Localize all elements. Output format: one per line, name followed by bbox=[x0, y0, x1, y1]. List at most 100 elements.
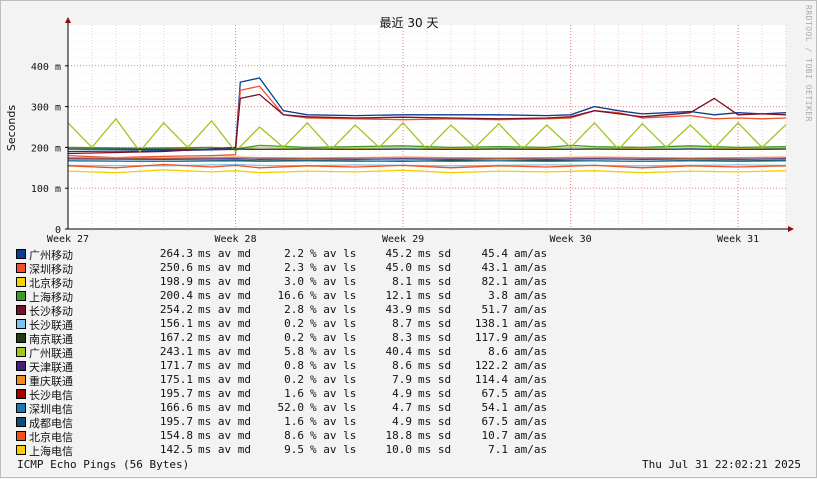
legend-loss-unit: % av ls bbox=[310, 359, 366, 372]
legend-swatch bbox=[16, 305, 26, 315]
legend-swatch bbox=[16, 417, 26, 427]
legend-avg-unit: ms av md bbox=[198, 331, 258, 344]
legend-swatch bbox=[16, 291, 26, 301]
legend-sd: 8.1 bbox=[366, 275, 412, 288]
legend-loss: 2.8 bbox=[256, 303, 304, 316]
rrdtool-watermark: RRDTOOL / TOBI OETIKER bbox=[804, 5, 813, 122]
y-tick-label: 300 m bbox=[31, 103, 61, 114]
legend-sd: 12.1 bbox=[366, 289, 412, 302]
legend-sd: 4.7 bbox=[366, 401, 412, 414]
legend-amas-unit: am/as bbox=[514, 359, 554, 372]
x-tick-label: Week 30 bbox=[550, 234, 592, 245]
legend-amas: 82.1 bbox=[456, 275, 508, 288]
legend-sd: 10.0 bbox=[366, 443, 412, 456]
legend-amas: 117.9 bbox=[456, 331, 508, 344]
legend-sd-unit: ms sd bbox=[418, 443, 458, 456]
footer-probe-description: ICMP Echo Pings (56 Bytes) bbox=[17, 458, 189, 471]
y-tick-label: 400 m bbox=[31, 62, 61, 73]
x-axis-arrow bbox=[788, 226, 794, 232]
legend-swatch bbox=[16, 431, 26, 441]
legend-loss-unit: % av ls bbox=[310, 373, 366, 386]
legend-sd-unit: ms sd bbox=[418, 359, 458, 372]
legend-avg-unit: ms av md bbox=[198, 317, 258, 330]
legend-amas: 114.4 bbox=[456, 373, 508, 386]
legend-loss: 0.2 bbox=[256, 331, 304, 344]
chart-title: 最近 30 天 bbox=[380, 16, 439, 30]
legend-sd: 8.3 bbox=[366, 331, 412, 344]
legend-loss: 1.6 bbox=[256, 387, 304, 400]
legend-avg-unit: ms av md bbox=[198, 275, 258, 288]
legend-sd-unit: ms sd bbox=[418, 303, 458, 316]
legend-amas-unit: am/as bbox=[514, 415, 554, 428]
legend-sd-unit: ms sd bbox=[418, 415, 458, 428]
legend-avg: 171.7 bbox=[121, 359, 193, 372]
legend-amas-unit: am/as bbox=[514, 303, 554, 316]
legend-loss-unit: % av ls bbox=[310, 387, 366, 400]
x-tick-label: Week 31 bbox=[717, 234, 759, 245]
legend-avg-unit: ms av md bbox=[198, 261, 258, 274]
legend-avg-unit: ms av md bbox=[198, 303, 258, 316]
series-line bbox=[68, 157, 786, 158]
legend-amas-unit: am/as bbox=[514, 387, 554, 400]
legend-avg-unit: ms av md bbox=[198, 373, 258, 386]
legend-sd: 4.9 bbox=[366, 387, 412, 400]
legend-avg-unit: ms av md bbox=[198, 415, 258, 428]
legend-loss: 1.6 bbox=[256, 415, 304, 428]
legend-sd-unit: ms sd bbox=[418, 331, 458, 344]
legend-avg: 156.1 bbox=[121, 317, 193, 330]
legend-loss-unit: % av ls bbox=[310, 401, 366, 414]
legend-swatch bbox=[16, 347, 26, 357]
x-tick-label: Week 27 bbox=[47, 234, 89, 245]
legend-series-name: 上海电信 bbox=[29, 443, 73, 459]
legend-swatch bbox=[16, 361, 26, 371]
legend-amas-unit: am/as bbox=[514, 289, 554, 302]
legend-swatch bbox=[16, 375, 26, 385]
legend-avg: 264.3 bbox=[121, 247, 193, 260]
legend-amas-unit: am/as bbox=[514, 261, 554, 274]
legend-amas-unit: am/as bbox=[514, 275, 554, 288]
legend-sd-unit: ms sd bbox=[418, 387, 458, 400]
legend-amas: 138.1 bbox=[456, 317, 508, 330]
y-axis-arrow bbox=[65, 17, 71, 23]
legend-avg: 198.9 bbox=[121, 275, 193, 288]
legend-loss-unit: % av ls bbox=[310, 415, 366, 428]
legend-sd: 18.8 bbox=[366, 429, 412, 442]
legend-loss-unit: % av ls bbox=[310, 247, 366, 260]
legend-avg: 254.2 bbox=[121, 303, 193, 316]
legend-sd: 8.7 bbox=[366, 317, 412, 330]
legend-loss-unit: % av ls bbox=[310, 303, 366, 316]
legend-sd-unit: ms sd bbox=[418, 247, 458, 260]
legend-amas: 7.1 bbox=[456, 443, 508, 456]
legend-loss: 16.6 bbox=[256, 289, 304, 302]
legend-sd-unit: ms sd bbox=[418, 373, 458, 386]
legend-loss: 0.2 bbox=[256, 373, 304, 386]
legend-avg-unit: ms av md bbox=[198, 429, 258, 442]
legend-sd: 45.2 bbox=[366, 247, 412, 260]
legend-amas: 3.8 bbox=[456, 289, 508, 302]
legend-avg: 175.1 bbox=[121, 373, 193, 386]
legend-amas-unit: am/as bbox=[514, 401, 554, 414]
legend-amas: 8.6 bbox=[456, 345, 508, 358]
legend-amas: 45.4 bbox=[456, 247, 508, 260]
legend-loss: 2.3 bbox=[256, 261, 304, 274]
legend-sd-unit: ms sd bbox=[418, 289, 458, 302]
legend-sd-unit: ms sd bbox=[418, 345, 458, 358]
legend-avg: 167.2 bbox=[121, 331, 193, 344]
legend-avg: 243.1 bbox=[121, 345, 193, 358]
legend-loss: 52.0 bbox=[256, 401, 304, 414]
legend-loss-unit: % av ls bbox=[310, 317, 366, 330]
legend-swatch bbox=[16, 389, 26, 399]
legend-sd-unit: ms sd bbox=[418, 261, 458, 274]
legend-amas: 122.2 bbox=[456, 359, 508, 372]
legend-loss: 0.2 bbox=[256, 317, 304, 330]
legend-avg: 195.7 bbox=[121, 415, 193, 428]
legend-sd: 45.0 bbox=[366, 261, 412, 274]
legend-amas: 51.7 bbox=[456, 303, 508, 316]
legend-sd-unit: ms sd bbox=[418, 275, 458, 288]
legend-loss-unit: % av ls bbox=[310, 289, 366, 302]
legend-avg-unit: ms av md bbox=[198, 289, 258, 302]
legend-loss-unit: % av ls bbox=[310, 331, 366, 344]
legend-sd-unit: ms sd bbox=[418, 317, 458, 330]
legend-sd: 40.4 bbox=[366, 345, 412, 358]
legend-sd: 7.9 bbox=[366, 373, 412, 386]
